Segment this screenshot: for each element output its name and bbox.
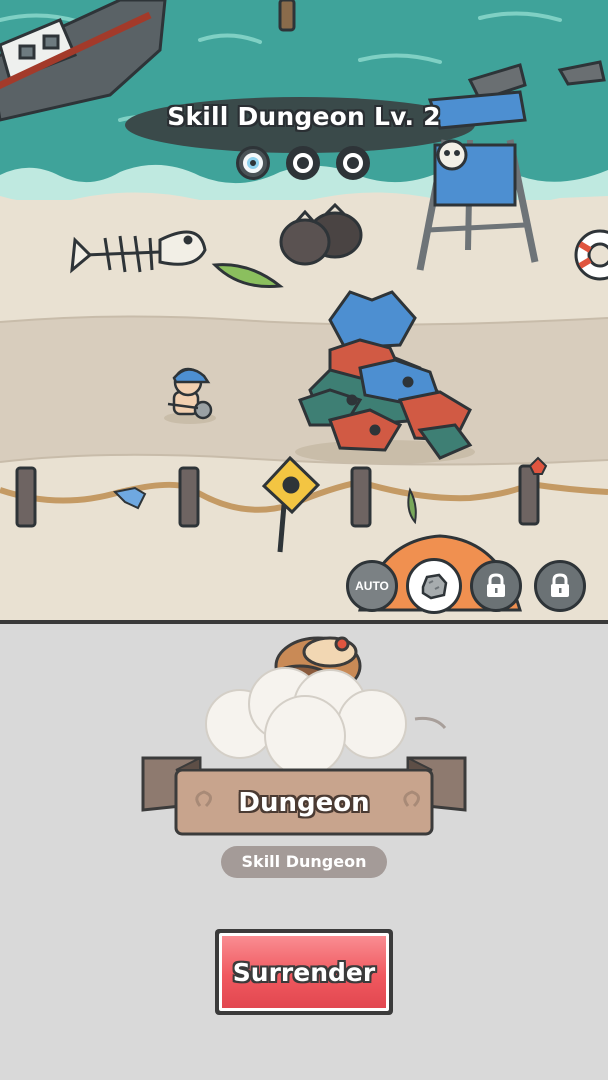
stage-dot-upcoming [336,146,370,180]
dust-cloud [205,667,407,777]
stage-dot-current [236,146,270,180]
surrender-button-label: Surrender [219,933,389,1011]
lock-icon [551,573,569,597]
locked-slot-button[interactable] [534,560,586,612]
lock-icon [487,573,505,597]
locked-slot-button[interactable] [470,560,522,612]
beach-background [0,0,608,620]
game-scene: Skill Dungeon Lv. 2 AUTO [0,0,608,620]
auto-button[interactable]: AUTO [346,560,398,612]
skill-slot-button[interactable] [406,558,462,614]
surrender-button[interactable]: Surrender [215,929,393,1015]
dungeon-banner-label: Dungeon [238,788,370,818]
ring-icon [343,153,363,173]
dungeon-subtitle: Skill Dungeon [221,846,387,878]
eye-icon [250,160,256,166]
stage-dot-upcoming [286,146,320,180]
dungeon-title: Skill Dungeon Lv. 2 [167,102,441,131]
ring-icon [293,153,313,173]
stage-progress [236,146,376,182]
rock-icon [421,573,448,600]
